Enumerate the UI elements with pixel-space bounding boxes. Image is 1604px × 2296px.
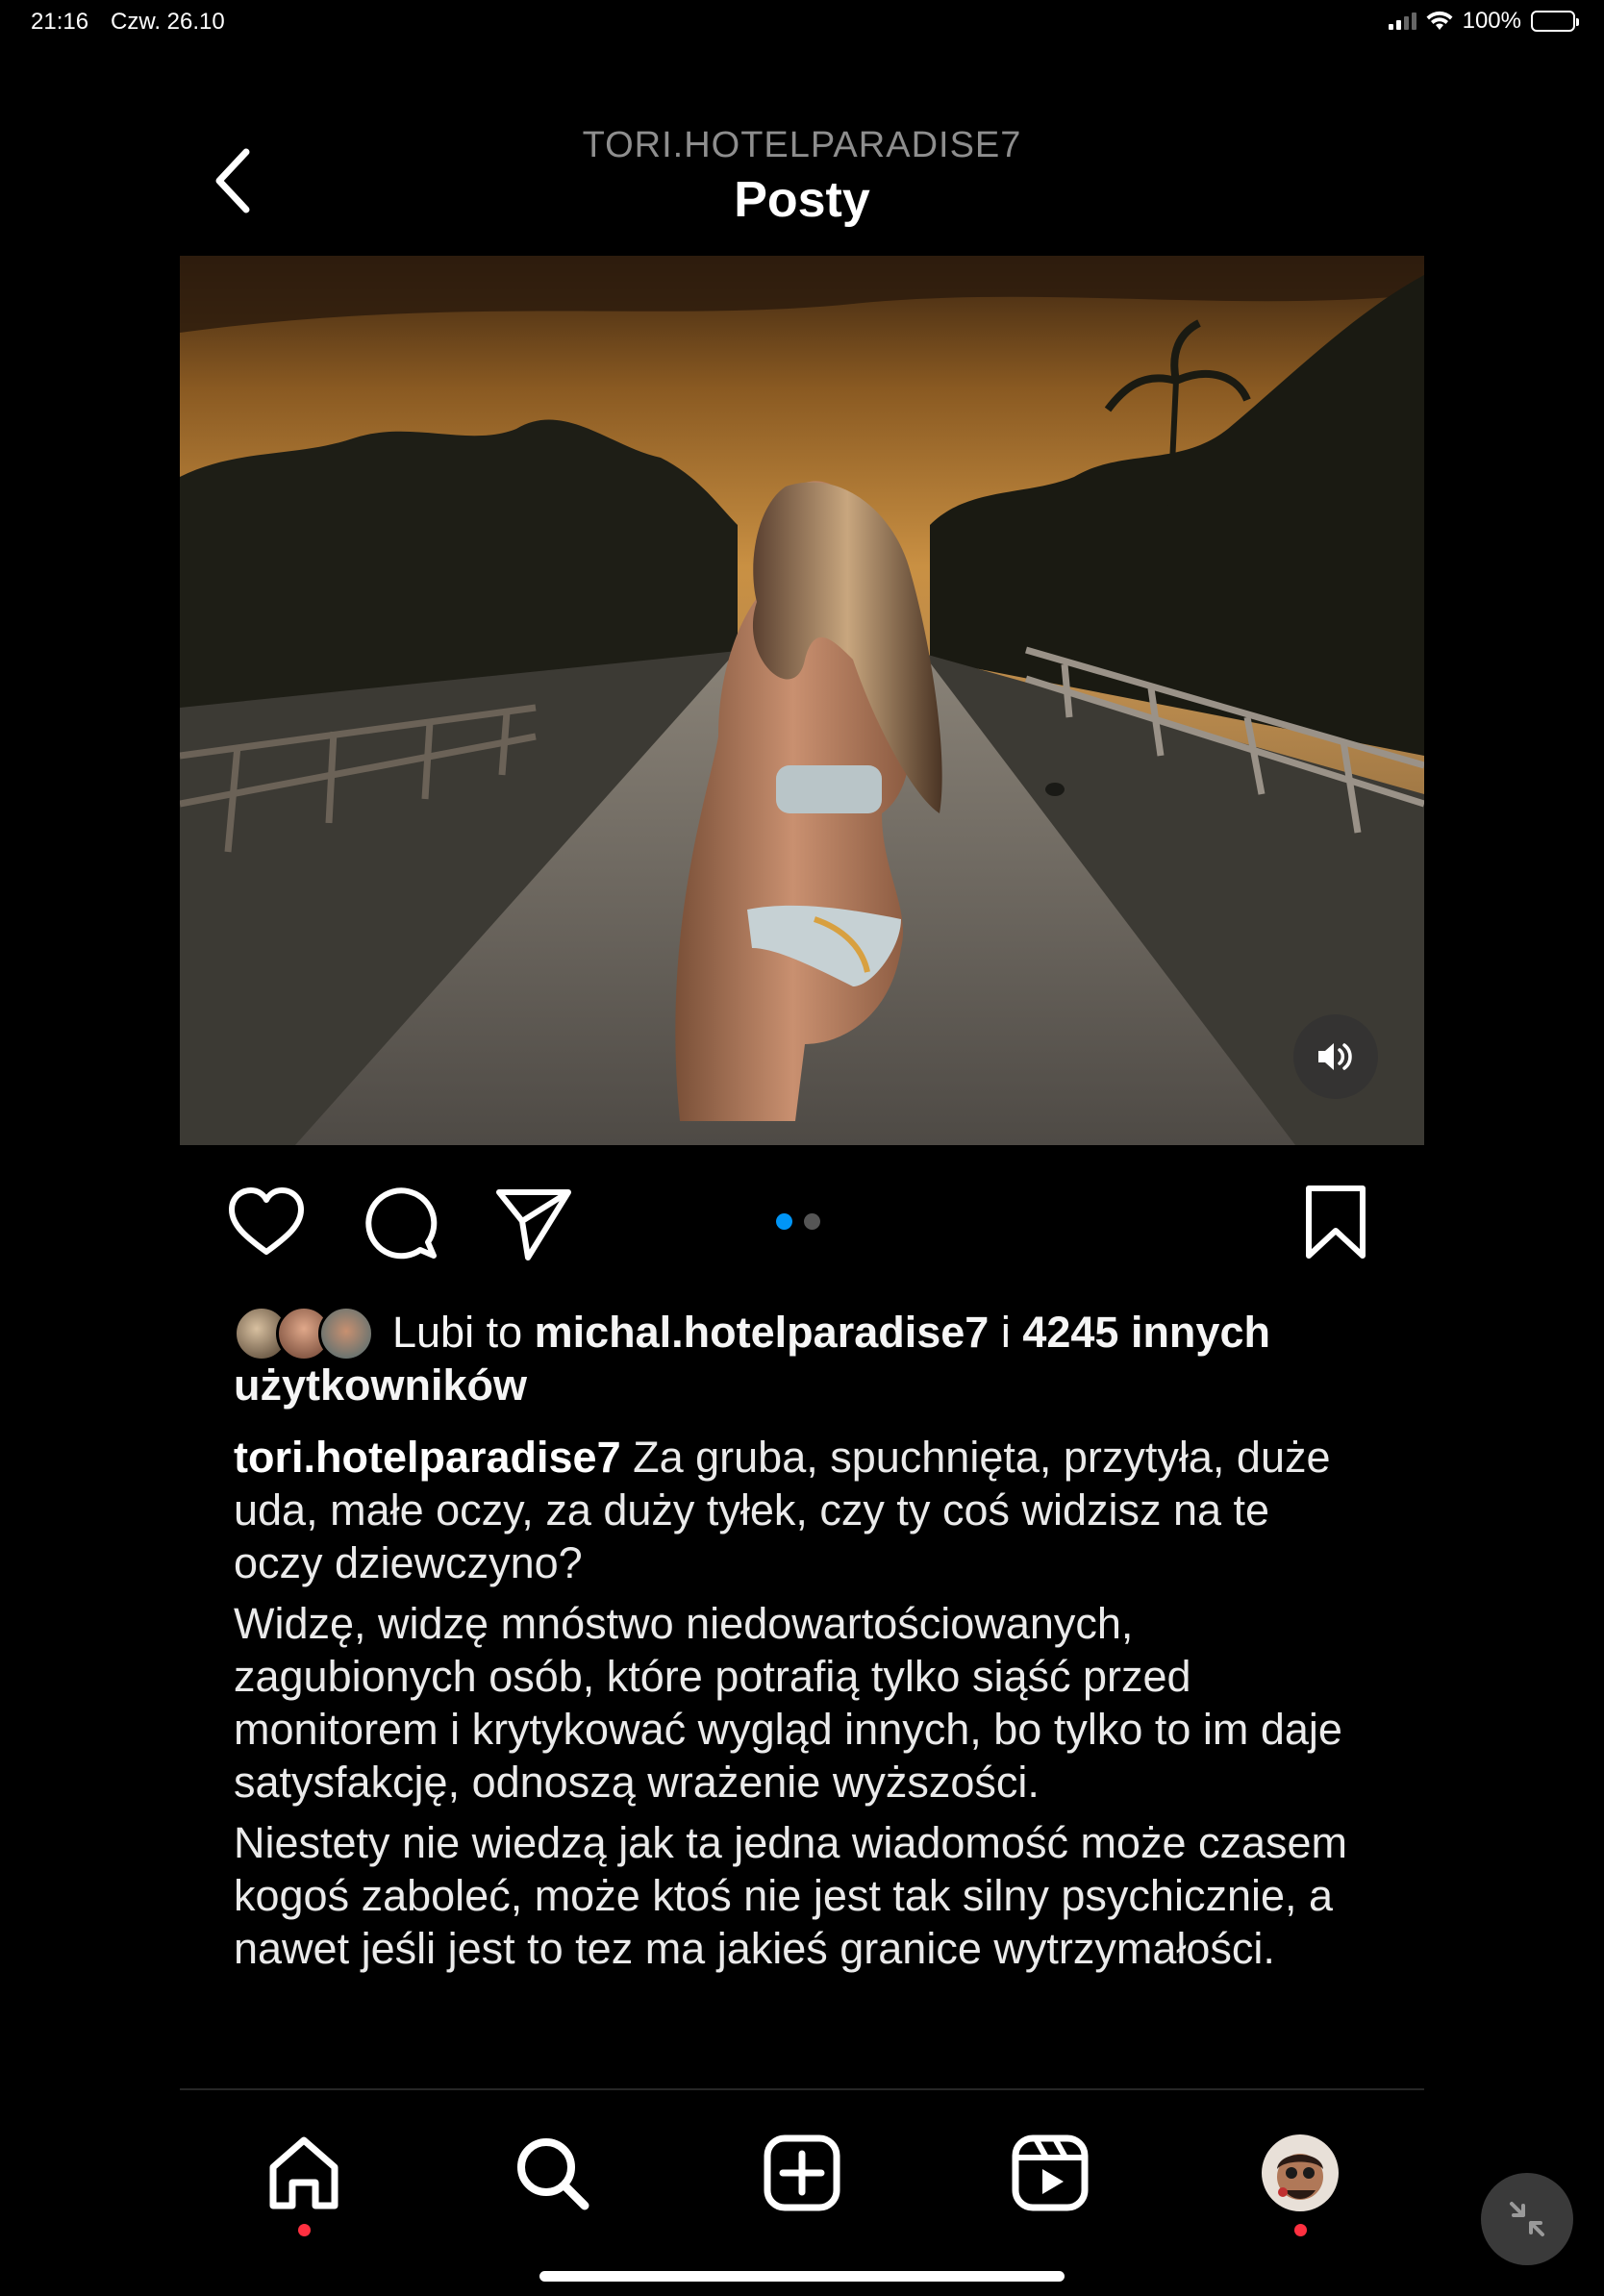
status-time: 21:16 [31, 9, 89, 35]
likes-connector: i [989, 1308, 1023, 1357]
likes-summary[interactable]: Lubi to michal.hotelparadise7 i 4245 inn… [234, 1306, 1368, 1411]
likes-text: Lubi to michal.hotelparadise7 i 4245 inn… [234, 1306, 1368, 1411]
liker-username[interactable]: michal.hotelparadise7 [535, 1308, 990, 1357]
share-icon [496, 1189, 571, 1260]
minimize-arrows-icon [1510, 2202, 1544, 2236]
nav-home[interactable] [256, 2125, 352, 2236]
volume-icon [1318, 1043, 1352, 1070]
carousel-dot-active [776, 1213, 792, 1230]
like-button[interactable] [226, 1183, 307, 1263]
nav-create[interactable] [754, 2125, 850, 2221]
wifi-icon [1426, 11, 1453, 30]
battery-icon [1531, 11, 1579, 32]
comment-icon [365, 1187, 438, 1260]
bookmark-icon [1306, 1185, 1366, 1259]
post-actions [180, 1175, 1424, 1271]
share-button[interactable] [493, 1183, 574, 1263]
home-icon [269, 2136, 338, 2209]
collapse-window-button[interactable] [1481, 2173, 1573, 2265]
header-username[interactable]: TORI.HOTELPARADISE7 [179, 125, 1425, 166]
page-title: Posty [734, 172, 870, 228]
carousel-dot [804, 1213, 820, 1230]
notification-dot [298, 2224, 311, 2236]
create-icon [764, 2134, 840, 2211]
status-bar: 21:16 Czw. 26.10 100% [0, 0, 1604, 44]
post-photo [180, 256, 1424, 1145]
comment-button[interactable] [359, 1183, 439, 1263]
status-right: 100% [1388, 8, 1579, 35]
battery-percent: 100% [1462, 8, 1521, 34]
likes-prefix: Lubi to [392, 1308, 535, 1357]
divider [180, 2088, 1424, 2090]
heart-icon [229, 1187, 304, 1255]
notification-dot [1294, 2224, 1307, 2236]
liker-avatars [234, 1306, 378, 1363]
mute-toggle-button[interactable] [1293, 1014, 1378, 1099]
post-header: TORI.HOTELPARADISE7 Posty [179, 115, 1425, 250]
status-date: Czw. 26.10 [111, 9, 225, 35]
signal-icon [1388, 12, 1416, 30]
nav-reels[interactable] [1002, 2125, 1098, 2221]
profile-avatar [1262, 2134, 1339, 2211]
caption-paragraph: tori.hotelparadise7 Za gruba, spuchnięta… [234, 1431, 1359, 1589]
search-icon [517, 2138, 589, 2210]
carousel-indicator [776, 1213, 820, 1230]
reels-icon [1012, 2134, 1089, 2211]
post-caption: tori.hotelparadise7 Za gruba, spuchnięta… [234, 1431, 1359, 1983]
post-media[interactable] [180, 256, 1424, 1145]
nav-profile[interactable] [1252, 2125, 1348, 2236]
caption-paragraph: Niestety nie wiedzą jak ta jedna wiadomo… [234, 1818, 1348, 1973]
caption-paragraph: Widzę, widzę mnóstwo niedowartościowanyc… [234, 1599, 1342, 1807]
avatar [318, 1306, 374, 1361]
nav-search[interactable] [504, 2125, 600, 2221]
caption-author[interactable]: tori.hotelparadise7 [234, 1433, 621, 1482]
save-button[interactable] [1295, 1183, 1376, 1263]
home-indicator[interactable] [539, 2271, 1065, 2282]
